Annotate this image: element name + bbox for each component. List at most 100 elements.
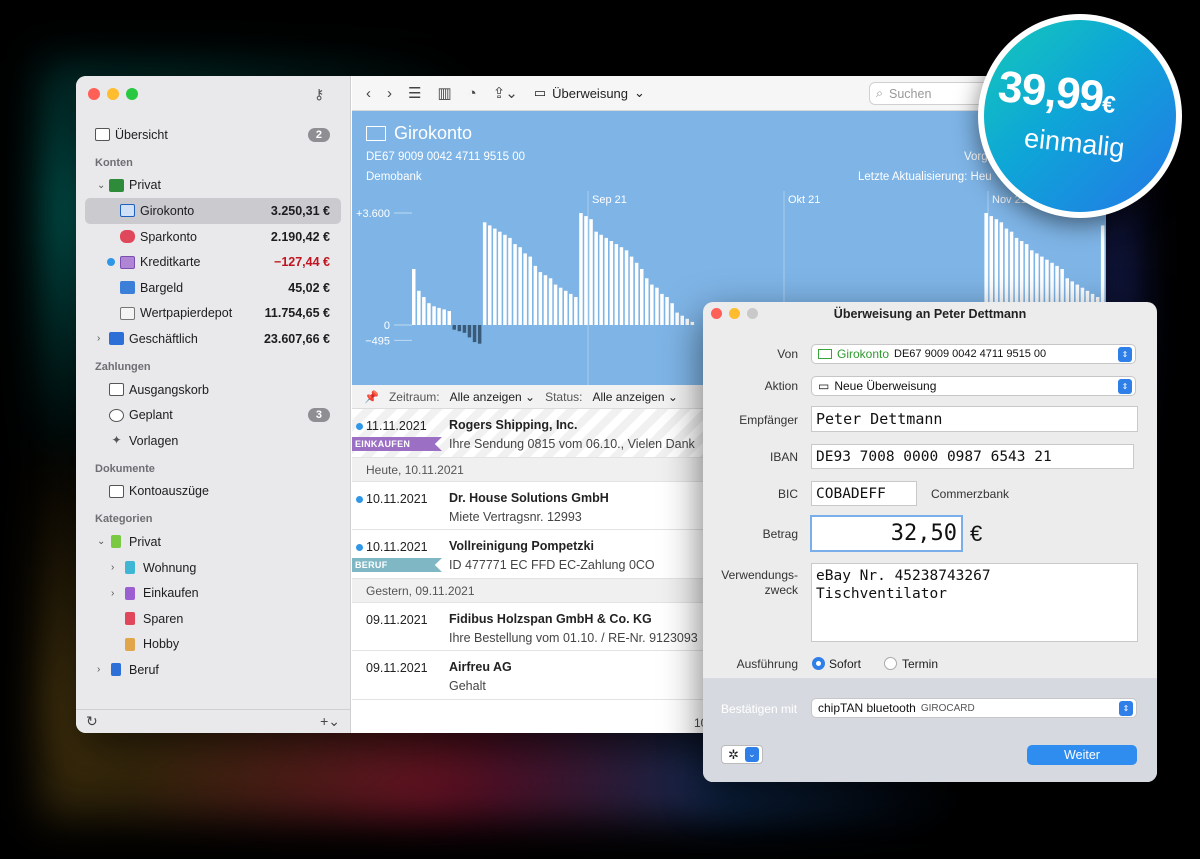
sidebar-item-geplant[interactable]: Geplant 3 [76, 402, 350, 428]
unread-dot [356, 423, 363, 430]
overview-icon [95, 128, 110, 142]
chart-bar [579, 213, 583, 325]
settings-menu-button[interactable]: ✲ ⌄ [721, 745, 763, 764]
sidebar-item-privat[interactable]: ⌄ Privat [76, 173, 350, 199]
sidebar-item-overview[interactable]: Übersicht 2 [76, 122, 350, 148]
chart-bar [634, 262, 639, 325]
sidebar-item-sparen[interactable]: Sparen [76, 606, 350, 632]
purpose-label: Verwendungs- zweck [721, 568, 798, 598]
search-input[interactable]: ⌕ Suchen [869, 82, 989, 105]
sidebar-item-kontoauszuege[interactable]: Kontoauszüge [76, 479, 350, 505]
add-icon[interactable]: +⌄ [320, 713, 340, 730]
chart-bar [609, 241, 614, 325]
zoom-button[interactable] [126, 88, 138, 100]
dialog-zoom-button [747, 308, 758, 319]
continue-button[interactable]: Weiter [1027, 745, 1137, 765]
scheduled-badge: 3 [307, 408, 330, 423]
sidebar-item-einkaufen[interactable]: › Einkaufen [76, 580, 350, 606]
radio-termin-label: Termin [902, 657, 939, 671]
action-value: Neue Überweisung [834, 379, 937, 393]
chart-bar [624, 250, 629, 325]
chart-bar [523, 253, 527, 325]
bookmark-icon [125, 561, 135, 575]
chart-bar [538, 272, 543, 325]
sidebar-item-bargeld[interactable]: Bargeld 45,02 € [76, 275, 350, 301]
chart-bar [457, 325, 462, 332]
sidebar-item-ausgangskorb[interactable]: Ausgangskorb [76, 377, 350, 403]
tx-desc: Gehalt [449, 679, 486, 693]
tx-desc: Ihre Bestellung vom 01.10. / RE-Nr. 9123… [449, 630, 698, 645]
chevron-down-icon[interactable]: ⌄ [97, 536, 105, 547]
chart-bar [665, 297, 669, 325]
sidebar-item-label: Vorlagen [129, 433, 179, 448]
status-label: Status: [545, 389, 583, 404]
sidebar-item-cat-privat[interactable]: ⌄ Privat [76, 529, 350, 555]
sidebar-item-wertpapierdepot[interactable]: Wertpapierdepot 11.754,65 € [76, 301, 350, 327]
radio-termin[interactable] [884, 657, 897, 670]
pin-icon[interactable]: 📌 [364, 390, 379, 404]
tan-method-sub: GIROCARD [920, 702, 975, 714]
dialog-minimize-button[interactable] [729, 308, 740, 319]
refresh-icon[interactable]: ↻ [86, 713, 98, 730]
chevron-right-icon[interactable]: › [111, 562, 114, 573]
sidebar-item-vorlagen[interactable]: ✦ Vorlagen [76, 428, 350, 454]
search-icon: ⌕ [876, 86, 884, 100]
account-title: Girokonto [366, 123, 472, 144]
sidebar-item-wohnung[interactable]: › Wohnung [76, 555, 350, 581]
dialog-close-button[interactable] [711, 308, 722, 319]
status-select[interactable]: Alle anzeigen ⌄ [592, 390, 677, 404]
sidebar-item-label: Hobby [143, 637, 180, 652]
chevron-down-icon[interactable]: ⌄ [97, 180, 105, 191]
tx-name: Vollreinigung Pompetzki [449, 539, 594, 553]
category-tag: EINKAUFEN [352, 437, 442, 451]
close-button[interactable] [88, 88, 100, 100]
key-icon[interactable]: ⚷ [314, 86, 324, 103]
back-icon[interactable]: ‹ [366, 85, 371, 102]
account-balance: 3.250,31 € [270, 203, 330, 218]
bic-field[interactable]: COBADEFF [811, 481, 917, 506]
sidebar-item-geschaeftlich[interactable]: › Geschäftlich 23.607,66 € [76, 326, 350, 352]
transfer-icon: ▭ [818, 379, 830, 393]
chart-bar [680, 315, 684, 325]
tx-name: Rogers Shipping, Inc. [449, 418, 578, 432]
minimize-button[interactable] [107, 88, 119, 100]
sidebar-item-kreditkarte[interactable]: Kreditkarte −127,44 € [76, 249, 350, 275]
iban-field[interactable]: DE93 7008 0000 0987 6543 21 [811, 444, 1134, 469]
chart-bar [412, 269, 416, 325]
sidebar-item-label: Privat [129, 534, 161, 549]
purpose-field[interactable]: eBay Nr. 45238743267 Tischventilator [811, 563, 1138, 642]
chart-bar [584, 216, 588, 325]
depot-icon [120, 306, 135, 320]
chart-bar [589, 219, 593, 325]
month-label: Okt 21 [788, 194, 820, 206]
sidebar-item-sparkonto[interactable]: Sparkonto 2.190,42 € [76, 224, 350, 250]
transfer-menu[interactable]: ▭ Überweisung ⌄ [534, 85, 645, 101]
bank-icon [109, 332, 124, 346]
iban-value: DE93 7008 0000 0987 6543 21 [816, 448, 1052, 465]
chart-bar [599, 234, 603, 325]
card-icon [818, 349, 832, 359]
sidebar-item-hobby[interactable]: Hobby [76, 632, 350, 658]
forward-icon[interactable]: › [387, 85, 392, 102]
credit-card-icon [120, 255, 135, 269]
amount-field[interactable]: 32,50 [810, 515, 963, 552]
from-account-select[interactable]: Girokonto DE67 9009 0042 4711 9515 00 ⇕ [811, 344, 1136, 364]
chevron-down-icon: ⌄ [744, 747, 759, 762]
sidebar-item-girokonto[interactable]: Girokonto 3.250,31 € [85, 198, 341, 224]
bookmark-icon [125, 612, 135, 626]
pie-view-icon[interactable]: ◔ [468, 85, 477, 102]
chevron-right-icon[interactable]: › [97, 333, 100, 344]
radio-sofort[interactable] [812, 657, 825, 670]
chevron-right-icon[interactable]: › [97, 664, 100, 675]
action-select[interactable]: ▭ Neue Überweisung ⇕ [811, 376, 1136, 396]
chart-view-icon[interactable]: ▥ [437, 84, 451, 102]
chevron-right-icon[interactable]: › [111, 588, 114, 599]
chart-bar [569, 293, 573, 325]
chart-bar [650, 284, 654, 325]
list-view-icon[interactable]: ☰ [408, 84, 421, 102]
sidebar-item-beruf[interactable]: › Beruf [76, 657, 350, 683]
tan-method-select[interactable]: chipTAN bluetooth GIROCARD ⇕ [811, 698, 1137, 718]
recipient-field[interactable]: Peter Dettmann [811, 406, 1138, 432]
share-icon[interactable]: ⇪⌄ [493, 84, 518, 102]
period-select[interactable]: Alle anzeigen ⌄ [450, 390, 535, 404]
